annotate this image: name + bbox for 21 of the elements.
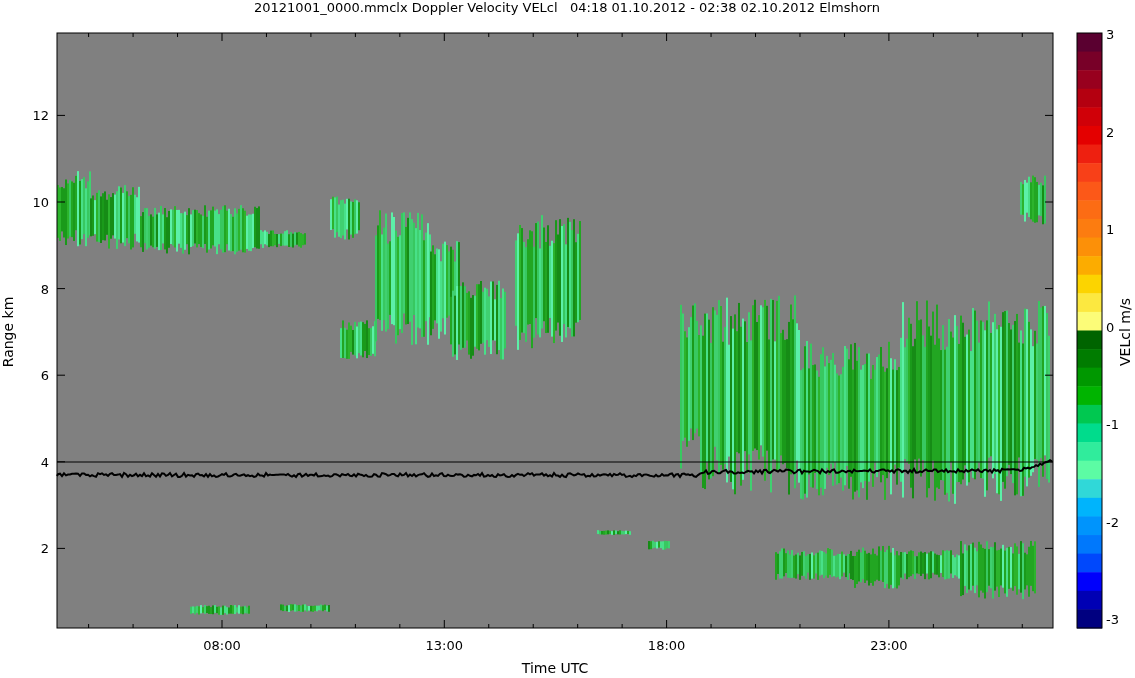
y-tick-label: 2 (40, 541, 49, 557)
x-tick-label: 08:00 (203, 638, 241, 653)
x-tick-label: 18:00 (647, 638, 686, 653)
colorbar-label: VELcl m/s (1117, 298, 1133, 366)
colorbar-tick-label: 2 (1106, 124, 1115, 140)
colorbar-tick-label: -2 (1106, 514, 1119, 530)
chart-title: 20121001_0000.mmclx Doppler Velocity VELcl 04:18 01.10.2012 - 02:38 02.10.2012 Elmshorn (254, 0, 880, 15)
y-tick-label: 6 (40, 368, 49, 384)
y-tick-label: 10 (32, 195, 49, 210)
y-tick-label: 12 (32, 108, 49, 124)
colorbar-tick-label: 1 (1106, 222, 1115, 237)
x-tick-label: 23:00 (870, 638, 908, 653)
y-axis-label: Range km (0, 296, 16, 368)
colorbar-tick-label: -3 (1106, 612, 1119, 627)
colorbar-tick-label: 0 (1106, 319, 1115, 335)
colorbar-tick-label: -1 (1106, 417, 1119, 432)
y-tick-label: 4 (40, 454, 49, 470)
colorbar-tick-label: 3 (1106, 27, 1115, 42)
x-tick-label: 13:00 (425, 638, 464, 653)
y-tick-label: 8 (40, 281, 49, 297)
x-axis-label: Time UTC (521, 660, 589, 676)
